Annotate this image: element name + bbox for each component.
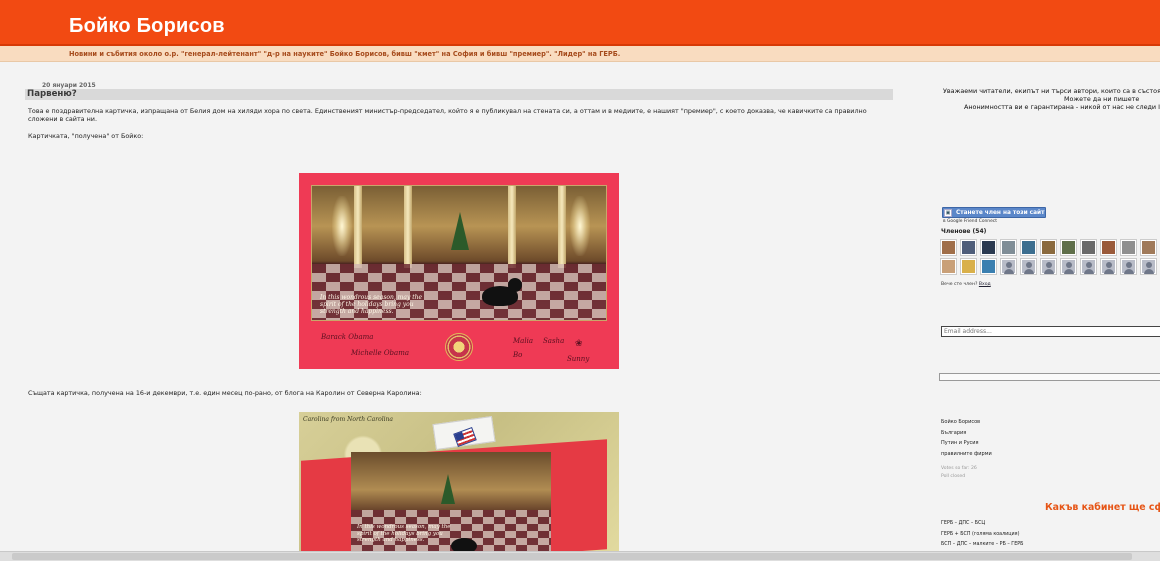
label-link-putin-russia[interactable]: Путин и Русия [941,438,992,449]
sign-in-link[interactable]: Вход [979,282,991,287]
scrollbar-thumb[interactable] [12,553,1132,560]
member-avatar[interactable] [1001,240,1016,255]
sidebar-message-line-2: Можете да ни пишете [1064,95,1140,103]
email-subscribe-input[interactable] [941,326,1160,337]
sidebar-search-bar[interactable] [939,373,1160,381]
signature-5: Bo [513,351,523,359]
signature-3: Malia [513,337,533,345]
blog-description: Новини и събития около о.р. "генерал-лей… [69,50,621,58]
column [558,186,566,268]
join-site-label: Станете член на този сайт [956,209,1045,216]
member-avatar[interactable] [941,240,956,255]
card-room-scene: In this wondrous season, may the spirit … [351,452,551,554]
member-avatar-default[interactable] [1041,259,1056,274]
poll-option: ГЕРБ – ДПС – БСЦ [941,521,986,526]
member-avatar-default[interactable] [1121,259,1136,274]
friend-connect-icon: ▣ [944,208,952,217]
horizontal-scrollbar[interactable] [0,551,1160,561]
member-avatar-default[interactable] [1021,259,1036,274]
gfc-note: в Google Friend Connect [943,219,997,224]
post-title[interactable]: Парвеню? [27,89,77,99]
signature-4: Sasha [543,337,565,345]
card-room-scene: In this wondrous season, may the spirit … [311,185,607,321]
label-link-firms[interactable]: правилните фирми [941,449,992,460]
poll-option: ГЕРБ + БСП (голяма коалиция) [941,531,1020,537]
sidebar-message-line-1: Уважаеми читатели, екипът ни търси автор… [943,87,1160,95]
member-avatar-default[interactable] [1081,259,1096,274]
post-date: 20 януари 2015 [42,82,96,89]
card-inscription: In this wondrous season, may the spirit … [357,524,451,543]
member-avatar[interactable] [1041,240,1056,255]
paw-print-icon: ❀ [575,339,583,349]
presidential-seal-icon [445,333,473,361]
member-avatar[interactable] [941,259,956,274]
post-paragraph-2: Картичката, "получена" от Бойко: [28,132,144,140]
column [404,186,412,268]
greeting-card-image-1[interactable]: In this wondrous season, may the spirit … [299,173,619,369]
already-member-text: Вече сте член? [941,282,978,287]
member-avatar[interactable] [961,240,976,255]
member-avatar-default[interactable] [1101,259,1116,274]
column [508,186,516,268]
column [354,186,362,268]
member-avatar[interactable] [1061,240,1076,255]
card-inscription: In this wondrous season, may the spirit … [320,294,423,315]
member-avatar[interactable] [981,259,996,274]
post-paragraph-3: Същата картичка, получена на 16-и декемв… [28,389,422,397]
wall-light [332,196,352,256]
poll-option: БСП – ДПС – малките – РБ – ГЕРБ [941,542,1024,547]
poll-meta: Votes so far: 26 Poll closed [941,465,977,481]
wall-light [570,196,590,256]
member-avatar[interactable] [1141,240,1156,255]
poll-title: Какъв кабинет ще сформира [1045,502,1160,513]
member-avatar-default[interactable] [1061,259,1076,274]
sidebar-message-line-3: Анонимността ви е гарантирана - никой от… [964,103,1160,111]
christmas-tree [441,474,455,504]
blog-title[interactable]: Бойко Борисов [69,15,225,38]
member-avatar[interactable] [1101,240,1116,255]
member-avatar-default[interactable] [1001,259,1016,274]
dog-head [508,278,522,292]
signature-6: Sunny [567,355,590,363]
greeting-card-image-2[interactable]: Carolina from North Carolina In this won… [299,412,619,554]
member-avatar[interactable] [1081,240,1096,255]
poll-votes: Votes so far: 26 [941,466,977,471]
label-link-boyko-borisov[interactable]: Бойко Борисов [941,417,992,428]
post-title-bar: Парвеню? [25,89,893,100]
member-avatar[interactable] [981,240,996,255]
label-link-bulgaria[interactable]: България [941,428,992,439]
post-paragraph-1: Това е поздравителна картичка, изпращана… [28,107,867,123]
signature-2: Michelle Obama [351,349,410,357]
already-member-line: Вече сте член? Вход [941,282,991,287]
christmas-tree [451,212,469,250]
member-avatar[interactable] [1121,240,1136,255]
members-heading: Членове (54) [941,228,987,235]
signature-1: Barack Obama [321,333,374,341]
poll-status: Poll closed [941,474,966,479]
member-avatar[interactable] [961,259,976,274]
member-avatar-default[interactable] [1141,259,1156,274]
blog-caption: Carolina from North Carolina [303,416,393,423]
member-avatar[interactable] [1021,240,1036,255]
labels-list: Бойко Борисов България Путин и Русия пра… [941,417,992,459]
join-site-button[interactable]: ▣ Станете член на този сайт [942,207,1046,218]
